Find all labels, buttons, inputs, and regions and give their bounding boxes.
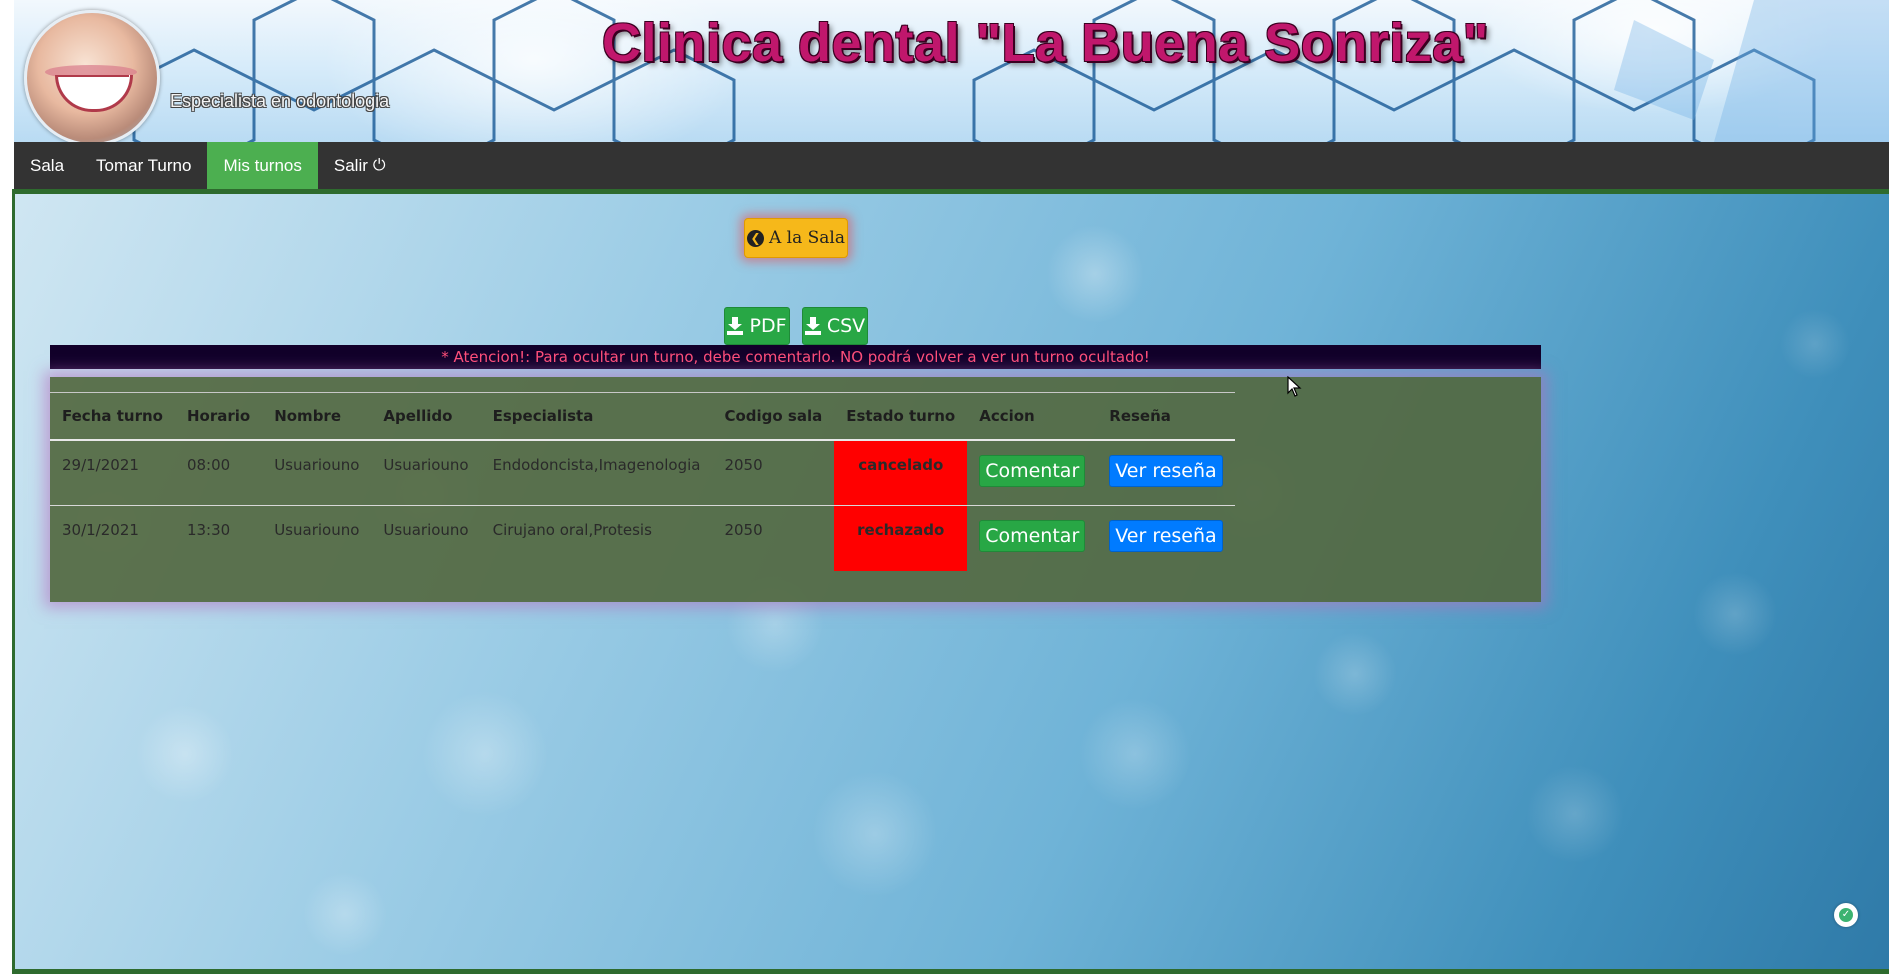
circle-arrow-left-icon: ❮: [746, 229, 764, 247]
cell-accion: Comentar: [967, 506, 1097, 572]
cell-fecha: 30/1/2021: [62, 521, 139, 539]
comentar-button[interactable]: Comentar: [979, 520, 1086, 552]
nav-item-label: Mis turnos: [223, 155, 302, 175]
ver-resena-button[interactable]: Ver reseña: [1109, 455, 1223, 487]
nav-item-mis-turnos[interactable]: Mis turnos: [207, 142, 318, 189]
cell-nombre: Usuariouno: [262, 440, 372, 506]
nav-item-salir[interactable]: Salir ⏻: [318, 142, 402, 189]
download-icon: [804, 317, 821, 335]
back-to-sala-button[interactable]: ❮ A la Sala: [744, 218, 848, 258]
download-pdf-label: PDF: [749, 315, 787, 337]
nav-item-label: Sala: [30, 155, 65, 175]
clinic-subtitle: Especialista en odontologia: [170, 91, 390, 111]
cell-apellido: Usuariouno: [383, 521, 469, 539]
table-header-row: Fecha turno Horario Nombre Apellido Espe…: [50, 392, 1235, 441]
shield-check-icon[interactable]: ✓: [1834, 903, 1858, 927]
nav-item-label: Tomar Turno: [96, 155, 192, 175]
cell-accion: Comentar: [967, 440, 1098, 506]
status-badge: cancelado: [834, 440, 968, 506]
column-header-resena: Reseña: [1097, 392, 1235, 441]
cell-especialista: Cirujano oral,Protesis: [492, 521, 652, 539]
column-header-fecha: Fecha turno: [50, 392, 175, 441]
column-header-especialista: Especialista: [480, 392, 713, 441]
status-badge: rechazado: [834, 505, 968, 571]
cell-horario: 13:30: [186, 521, 231, 539]
cell-codigo-sala: 2050: [724, 521, 763, 539]
cell-fecha: 29/1/2021: [50, 440, 175, 506]
comentar-button[interactable]: Comentar: [979, 455, 1086, 487]
column-header-nombre: Nombre: [262, 392, 372, 441]
download-csv-label: CSV: [826, 315, 866, 337]
cell-codigo-sala: 2050: [712, 440, 835, 506]
cell-apellido: Usuariouno: [371, 440, 481, 506]
column-header-estado: Estado turno: [834, 392, 968, 441]
clinic-title: Clinica dental "La Buena Sonriza": [602, 13, 1489, 73]
back-to-sala-label: A la Sala: [768, 228, 845, 248]
smile-logo-icon: [24, 10, 160, 142]
turnos-table: Fecha turno Horario Nombre Apellido Espe…: [50, 392, 1235, 571]
cell-resena: Ver reseña: [1097, 440, 1235, 506]
turnos-table-panel: Fecha turno Horario Nombre Apellido Espe…: [50, 377, 1541, 602]
ver-resena-button[interactable]: Ver reseña: [1109, 520, 1223, 552]
header-banner: Clinica dental "La Buena Sonriza" Especi…: [14, 0, 1889, 142]
power-icon: ⏻: [372, 156, 386, 174]
nav-item-label: Salir: [333, 155, 368, 175]
cell-nombre: Usuariouno: [274, 521, 360, 539]
download-pdf-button[interactable]: PDF: [724, 307, 790, 345]
mouse-cursor-icon: [1287, 376, 1302, 397]
nav-item-sala[interactable]: Sala: [14, 142, 80, 189]
table-row: 30/1/2021 13:30 Usuariouno Usuariouno Ci…: [50, 505, 1235, 572]
cell-resena: Ver reseña: [1097, 506, 1234, 572]
cell-especialista: Endodoncista,Imagenologia: [480, 440, 713, 506]
download-icon: [727, 317, 744, 335]
download-csv-button[interactable]: CSV: [802, 307, 868, 345]
cell-horario: 08:00: [174, 440, 263, 506]
main-navbar: Sala Tomar Turno Mis turnos Salir ⏻: [14, 142, 1889, 189]
hide-turn-warning: * Atencion!: Para ocultar un turno, debe…: [50, 345, 1541, 369]
nav-item-tomar-turno[interactable]: Tomar Turno: [80, 142, 207, 189]
column-header-codigo-sala: Codigo sala: [712, 392, 835, 441]
column-header-horario: Horario: [174, 392, 263, 441]
bottom-border: [14, 969, 1889, 974]
table-row: 29/1/2021 08:00 Usuariouno Usuariouno En…: [50, 440, 1235, 506]
column-header-accion: Accion: [967, 392, 1098, 441]
column-header-apellido: Apellido: [371, 392, 481, 441]
